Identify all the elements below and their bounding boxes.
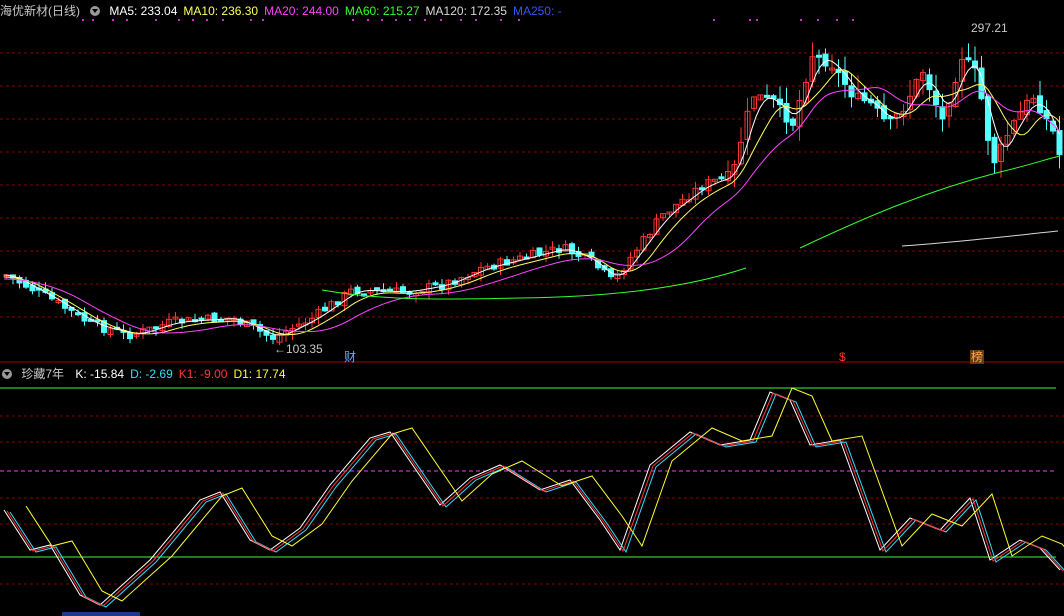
candle-body [322, 306, 328, 312]
candle-body [939, 106, 946, 120]
signal-dot [206, 19, 208, 21]
signal-dot [250, 19, 252, 21]
dividend-tag[interactable]: $ [838, 350, 847, 364]
ma60-line [799, 155, 1061, 249]
signal-dot [852, 19, 854, 21]
candle-body [569, 243, 575, 255]
signal-dot [92, 19, 94, 21]
time-axis-marker [62, 612, 140, 616]
signal-dot [112, 19, 114, 21]
financial-report-tag[interactable]: 财 [343, 350, 357, 364]
candle-body [270, 334, 276, 340]
signal-dot [800, 19, 802, 21]
candle-body [432, 282, 439, 286]
dragon-tiger-list-tag[interactable]: 榜 [970, 350, 985, 364]
signal-dot [262, 19, 264, 21]
candle-body [127, 332, 133, 340]
signal-dot [178, 19, 180, 21]
signal-dot [367, 19, 369, 21]
signal-dot [817, 19, 819, 21]
signal-dot [82, 19, 84, 21]
low-price-label: ←103.35 [274, 342, 323, 356]
signal-dot [352, 19, 354, 21]
signal-dot [381, 19, 383, 21]
ma10-line [3, 69, 1061, 335]
ma20-line [3, 86, 1061, 334]
signal-dot [126, 19, 128, 21]
d-line [9, 393, 1064, 608]
candle-body [991, 136, 998, 164]
candle-body [153, 326, 159, 330]
candle-body [790, 118, 796, 126]
ma120-line [901, 230, 1059, 247]
candle-body [933, 90, 939, 106]
candle-body [822, 53, 829, 67]
candle-body [75, 312, 81, 316]
signal-dot [836, 19, 838, 21]
high-price-label: 297.21 [971, 21, 1008, 35]
signal-dot [500, 19, 502, 21]
candle-body [848, 85, 855, 98]
candle-body [816, 54, 822, 58]
candle-body [965, 57, 972, 61]
signal-dot [713, 19, 715, 21]
candle-body [926, 74, 933, 91]
signal-dot [756, 19, 758, 21]
signal-dot [192, 19, 194, 21]
signal-dot [518, 19, 520, 21]
signal-dot [475, 19, 477, 21]
signal-dot [424, 19, 426, 21]
candle-body [718, 176, 725, 180]
signal-dot [460, 19, 462, 21]
signal-dot [409, 19, 411, 21]
k1-line [6, 392, 1064, 607]
kline-chart[interactable] [0, 0, 1064, 616]
signal-dot [155, 19, 157, 21]
d1-line [25, 387, 1064, 602]
signal-dot [749, 19, 751, 21]
signal-dot [395, 19, 397, 21]
candle-body [211, 312, 218, 323]
candle-body [985, 96, 991, 141]
candle-body [374, 287, 380, 291]
ma5-line [3, 59, 1061, 336]
candle-body [536, 247, 543, 256]
candle-body [198, 317, 205, 321]
signal-dot [222, 19, 224, 21]
candle-body [764, 94, 770, 98]
signal-dot [440, 19, 442, 21]
